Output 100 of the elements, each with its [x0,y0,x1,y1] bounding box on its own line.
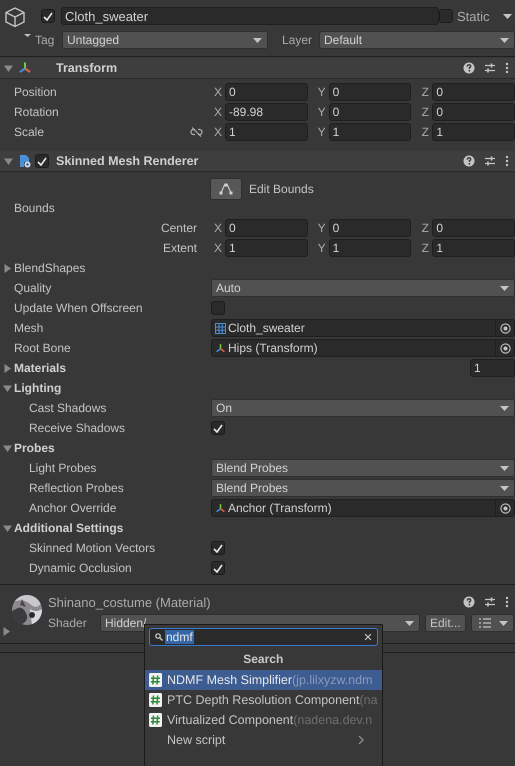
search-icon [155,633,163,641]
checkbox[interactable] [211,561,225,575]
object-field[interactable]: Cloth_sweater [211,319,515,337]
foldout-triangle-icon[interactable] [4,64,12,72]
help-icon[interactable] [463,62,475,74]
number-field[interactable]: 0 [432,219,515,237]
field-label: BlendShapes [14,261,86,275]
axis-label: Y [316,241,327,255]
field-label: Mesh [14,321,44,335]
submenu-chevron-icon [358,735,364,745]
axis-label: Y [316,105,327,119]
number-field[interactable]: 0 [225,219,308,237]
number-field[interactable]: -89.98 [225,103,308,121]
dropdown-caret-icon [503,14,512,18]
object-picker-icon[interactable] [500,342,510,354]
number-field[interactable]: 0 [225,83,308,101]
foldout-triangle-icon[interactable] [2,524,12,532]
tag-label: Tag [35,33,56,47]
object-field[interactable]: Hips (Transform) [211,339,515,357]
number-field[interactable]: 1 [328,239,412,257]
foldout-triangle-icon[interactable] [2,444,12,452]
list-menu-button[interactable] [470,614,514,632]
number-field[interactable]: 0 [328,103,412,121]
popup-title: Search [242,651,284,668]
dropdown-caret-icon [500,466,509,470]
number-field[interactable]: 1 [225,239,308,257]
field-label: Bounds [14,201,55,215]
clear-icon[interactable] [364,633,372,641]
number-field[interactable]: 1 [432,123,515,141]
checkbox[interactable] [211,301,225,315]
layer-label: Layer [282,33,314,47]
axis-label: X [212,85,223,99]
component-header[interactable]: Skinned Mesh Renderer [0,151,515,172]
dropdown[interactable]: Blend Probes [211,479,515,497]
menu-item[interactable]: New script [145,730,382,750]
checkbox[interactable] [211,421,225,435]
number-field[interactable]: 1 [432,239,515,257]
foldout-triangle-icon[interactable] [2,264,12,272]
axis-label: Z [420,125,430,139]
help-icon[interactable] [463,155,475,167]
more-options-icon[interactable] [505,62,509,74]
unlinked-chain-icon[interactable] [190,127,203,137]
foldout-triangle-icon[interactable] [2,384,12,392]
dropdown-caret-icon [498,620,508,626]
number-field[interactable]: 0 [328,83,412,101]
preset-sliders-icon[interactable] [484,155,496,167]
axis-label: Z [420,85,430,99]
number-field[interactable]: 1 [225,123,308,141]
edit-shader-button[interactable]: Edit... [425,614,466,632]
foldout-triangle-icon[interactable] [2,364,12,372]
checkbox[interactable] [439,9,453,23]
number-field[interactable]: 0 [432,103,515,121]
axis-gizmo-icon [215,342,226,354]
script-icon [149,673,162,687]
checkbox[interactable] [41,9,55,23]
field-label: Anchor Override [29,501,116,515]
dropdown-caret-icon [500,486,509,490]
field-label: Scale [14,125,44,139]
field-label: Extent [162,241,197,255]
axis-gizmo-icon [215,502,226,514]
search-field[interactable]: ndmf [149,628,378,646]
field-label: Update When Offscreen [14,301,143,315]
object-picker-icon[interactable] [500,322,510,334]
dropdown[interactable]: Auto [211,279,515,297]
more-options-icon[interactable] [505,596,509,608]
dropdown-caret-icon [500,286,509,290]
help-icon[interactable] [463,596,475,608]
component-header[interactable]: Transform [0,58,515,79]
name-field[interactable]: Cloth_sweater [61,7,439,25]
checkbox[interactable] [35,154,49,168]
component-title: Transform [56,61,118,75]
number-field[interactable]: 0 [328,219,412,237]
axis-label: X [212,105,223,119]
foldout-triangle-icon[interactable] [2,627,11,636]
dropdown[interactable]: On [211,399,515,417]
number-field[interactable]: 1 [328,123,412,141]
foldout-triangle-icon[interactable] [4,156,12,166]
field-label: Center [160,221,197,235]
cube-icon[interactable] [3,6,31,38]
field-label: Reflection Probes [29,481,124,495]
object-picker-icon[interactable] [500,502,510,514]
object-field[interactable]: Anchor (Transform) [211,499,515,517]
dropdown[interactable]: Blend Probes [211,459,515,477]
axis-label: X [212,125,223,139]
preset-sliders-icon[interactable] [484,596,496,608]
axis-label: Y [316,85,327,99]
edit-bounds-button[interactable] [210,178,242,200]
menu-item[interactable]: NDMF Mesh Simplifier(jp.lilxyzw.ndm [145,670,382,690]
checkbox[interactable] [211,541,225,555]
mesh-grid-icon [215,322,226,334]
axis-label: X [212,241,223,255]
component-title: Skinned Mesh Renderer [56,154,198,168]
number-field[interactable]: 0 [432,83,515,101]
preset-sliders-icon[interactable] [484,62,496,74]
layer-dropdown[interactable]: Default [319,31,515,49]
more-options-icon[interactable] [505,155,509,167]
static-label: Static [457,8,490,24]
count-field[interactable]: 1 [470,359,515,377]
tag-dropdown[interactable]: Untagged [62,31,268,49]
field-label: Receive Shadows [29,421,126,435]
